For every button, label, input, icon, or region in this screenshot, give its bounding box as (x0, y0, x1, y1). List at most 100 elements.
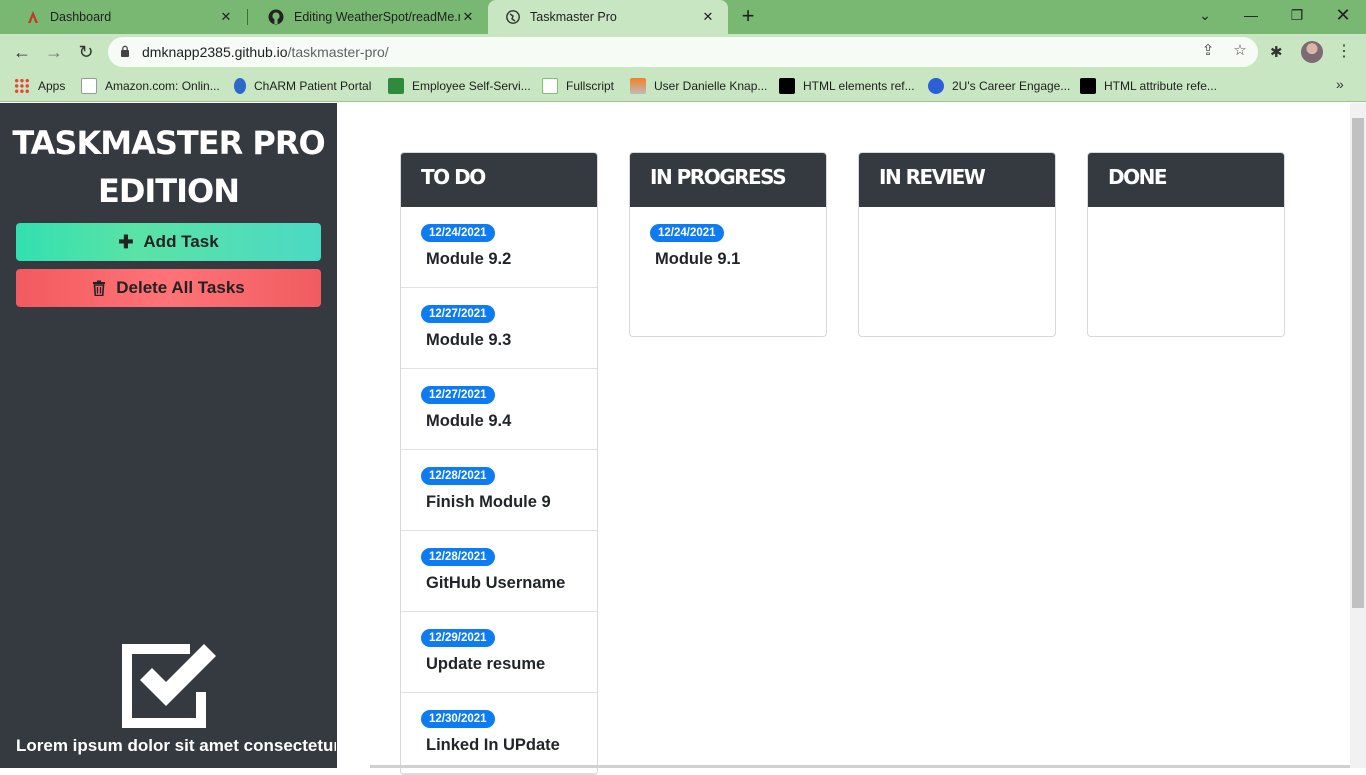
column-in-review: IN REVIEW (858, 152, 1056, 337)
due-date-badge[interactable]: 12/27/2021 (421, 305, 495, 323)
bookmark-fullscript[interactable]: Fullscript (542, 76, 614, 96)
github-icon (268, 9, 284, 25)
column-title: IN REVIEW (859, 153, 1055, 207)
task-card[interactable]: 12/29/2021 Update resume (401, 612, 597, 693)
browser-toolbar: ← → ↻ dmknapp2385.github.io/taskmaster-p… (0, 34, 1366, 70)
bookmark-label: 2U's Career Engage... (952, 79, 1071, 93)
due-date-badge[interactable]: 12/29/2021 (421, 629, 495, 647)
task-title[interactable]: Module 9.2 (421, 250, 597, 269)
extensions-icon[interactable]: ✱ (1270, 43, 1288, 61)
column-in-progress: IN PROGRESS 12/24/2021 Module 9.1 (629, 152, 827, 337)
close-icon[interactable]: ✕ (700, 9, 716, 25)
bookmark-star-icon[interactable]: ☆ (1231, 41, 1249, 59)
apps-grid-icon (14, 78, 30, 94)
tab-divider (247, 9, 248, 25)
column-title: IN PROGRESS (630, 153, 826, 207)
due-date-badge[interactable]: 12/27/2021 (421, 386, 495, 404)
close-icon[interactable]: ✕ (218, 9, 234, 25)
delete-all-tasks-button[interactable]: Delete All Tasks (16, 269, 321, 307)
scrollbar-thumb[interactable] (1352, 118, 1364, 608)
task-title[interactable]: Module 9.3 (421, 331, 597, 350)
task-card[interactable]: 12/30/2021 Linked In UPdate (401, 693, 597, 774)
task-board: TO DO 12/24/2021 Module 9.2 12/27/2021 M… (337, 103, 1350, 775)
url-path: /taskmaster-pro/ (287, 44, 389, 60)
profile-avatar[interactable] (1301, 41, 1323, 63)
bookmark-charm[interactable]: ChARM Patient Portal (234, 76, 371, 96)
due-date-badge[interactable]: 12/24/2021 (421, 224, 495, 242)
bookmark-label: Employee Self-Servi... (412, 79, 531, 93)
bookmark-mdn-elements[interactable]: HTML elements ref... (779, 76, 915, 96)
due-date-badge[interactable]: 12/28/2021 (421, 467, 495, 485)
browser-tab-github[interactable]: Editing WeatherSpot/readMe.md ✕ (250, 0, 488, 34)
task-card[interactable]: 12/27/2021 Module 9.3 (401, 288, 597, 369)
globe-icon (506, 10, 520, 24)
sidebar: TASKMASTER PRO EDITION ✚ Add Task Delete… (0, 103, 337, 768)
restore-button[interactable]: ❐ (1274, 0, 1320, 30)
menu-icon[interactable]: ⋮ (1336, 41, 1352, 63)
vertical-scrollbar[interactable] (1350, 103, 1366, 768)
app-title-line2: EDITION (97, 172, 240, 210)
more-bookmarks-icon[interactable]: » (1336, 76, 1344, 92)
reload-button[interactable]: ↻ (72, 38, 100, 66)
column-title: TO DO (401, 153, 597, 207)
forward-button[interactable]: → (40, 38, 68, 66)
task-title[interactable]: Module 9.4 (421, 412, 597, 431)
share-icon[interactable]: ⇪ (1199, 41, 1217, 59)
bookmark-employee[interactable]: Employee Self-Servi... (388, 76, 531, 96)
plus-icon: ✚ (118, 231, 134, 252)
bookmark-label: Fullscript (566, 79, 615, 93)
task-title[interactable]: GitHub Username (421, 574, 597, 593)
minimize-button[interactable]: — (1228, 0, 1274, 30)
bookmark-label: User Danielle Knap... (654, 79, 768, 93)
column-title: DONE (1088, 153, 1284, 207)
bookmark-label: Amazon.com: Onlin... (105, 79, 220, 93)
task-title[interactable]: Module 9.1 (650, 250, 826, 269)
add-task-button[interactable]: ✚ Add Task (16, 223, 321, 261)
canvas-icon (28, 11, 38, 23)
charm-icon (234, 78, 246, 94)
task-title[interactable]: Update resume (421, 655, 597, 674)
browser-tab-taskmaster[interactable]: Taskmaster Pro ✕ (488, 0, 728, 34)
bookmark-stackoverflow[interactable]: User Danielle Knap... (630, 76, 767, 96)
tab-search-icon[interactable]: ⌄ (1182, 0, 1228, 30)
new-tab-button[interactable]: + (736, 5, 760, 29)
url-domain: dmknapp2385.github.io (142, 44, 288, 60)
task-title[interactable]: Linked In UPdate (421, 736, 597, 755)
bookmark-label: ChARM Patient Portal (254, 79, 372, 93)
task-card[interactable]: 12/27/2021 Module 9.4 (401, 369, 597, 450)
window-close-button[interactable]: ✕ (1320, 0, 1366, 30)
task-title[interactable]: Finish Module 9 (421, 493, 597, 512)
browser-tab-dashboard[interactable]: Dashboard ✕ (8, 0, 246, 34)
bookmark-mdn-attributes[interactable]: HTML attribute refe... (1080, 76, 1217, 96)
due-date-badge[interactable]: 12/28/2021 (421, 548, 495, 566)
column-todo: TO DO 12/24/2021 Module 9.2 12/27/2021 M… (400, 152, 598, 775)
lock-icon (121, 45, 129, 57)
empty-task-list[interactable] (1088, 207, 1284, 336)
back-button[interactable]: ← (8, 38, 36, 66)
bookmark-amazon[interactable]: Amazon.com: Onlin... (81, 76, 220, 96)
task-card[interactable]: 12/24/2021 Module 9.1 (630, 207, 826, 288)
2u-icon (928, 78, 944, 94)
address-bar[interactable]: dmknapp2385.github.io/taskmaster-pro/ (108, 37, 1258, 67)
amazon-icon (81, 78, 97, 94)
task-card[interactable]: 12/28/2021 Finish Module 9 (401, 450, 597, 531)
delete-all-label: Delete All Tasks (116, 278, 245, 297)
due-date-badge[interactable]: 12/30/2021 (421, 710, 495, 728)
due-date-badge[interactable]: 12/24/2021 (650, 224, 724, 242)
column-done: DONE (1087, 152, 1285, 337)
checkbox-check-icon (122, 644, 216, 728)
browser-tab-strip: Dashboard ✕ Editing WeatherSpot/readMe.m… (0, 0, 1366, 34)
empty-task-list[interactable] (859, 207, 1055, 336)
bookmark-label: HTML elements ref... (803, 79, 915, 93)
fullscript-icon (542, 78, 558, 94)
app-title-line1: TASKMASTER PRO (12, 124, 325, 162)
app-title: TASKMASTER PRO EDITION (0, 119, 337, 215)
bookmark-2u[interactable]: 2U's Career Engage... (928, 76, 1070, 96)
task-card[interactable]: 12/24/2021 Module 9.2 (401, 207, 597, 288)
tab-title: Taskmaster Pro (530, 10, 617, 24)
task-card[interactable]: 12/28/2021 GitHub Username (401, 531, 597, 612)
bookmark-apps[interactable]: Apps (14, 76, 65, 96)
bookmarks-bar: Apps Amazon.com: Onlin... ChARM Patient … (0, 70, 1366, 102)
bookmark-label: HTML attribute refe... (1104, 79, 1217, 93)
close-icon[interactable]: ✕ (460, 9, 476, 25)
